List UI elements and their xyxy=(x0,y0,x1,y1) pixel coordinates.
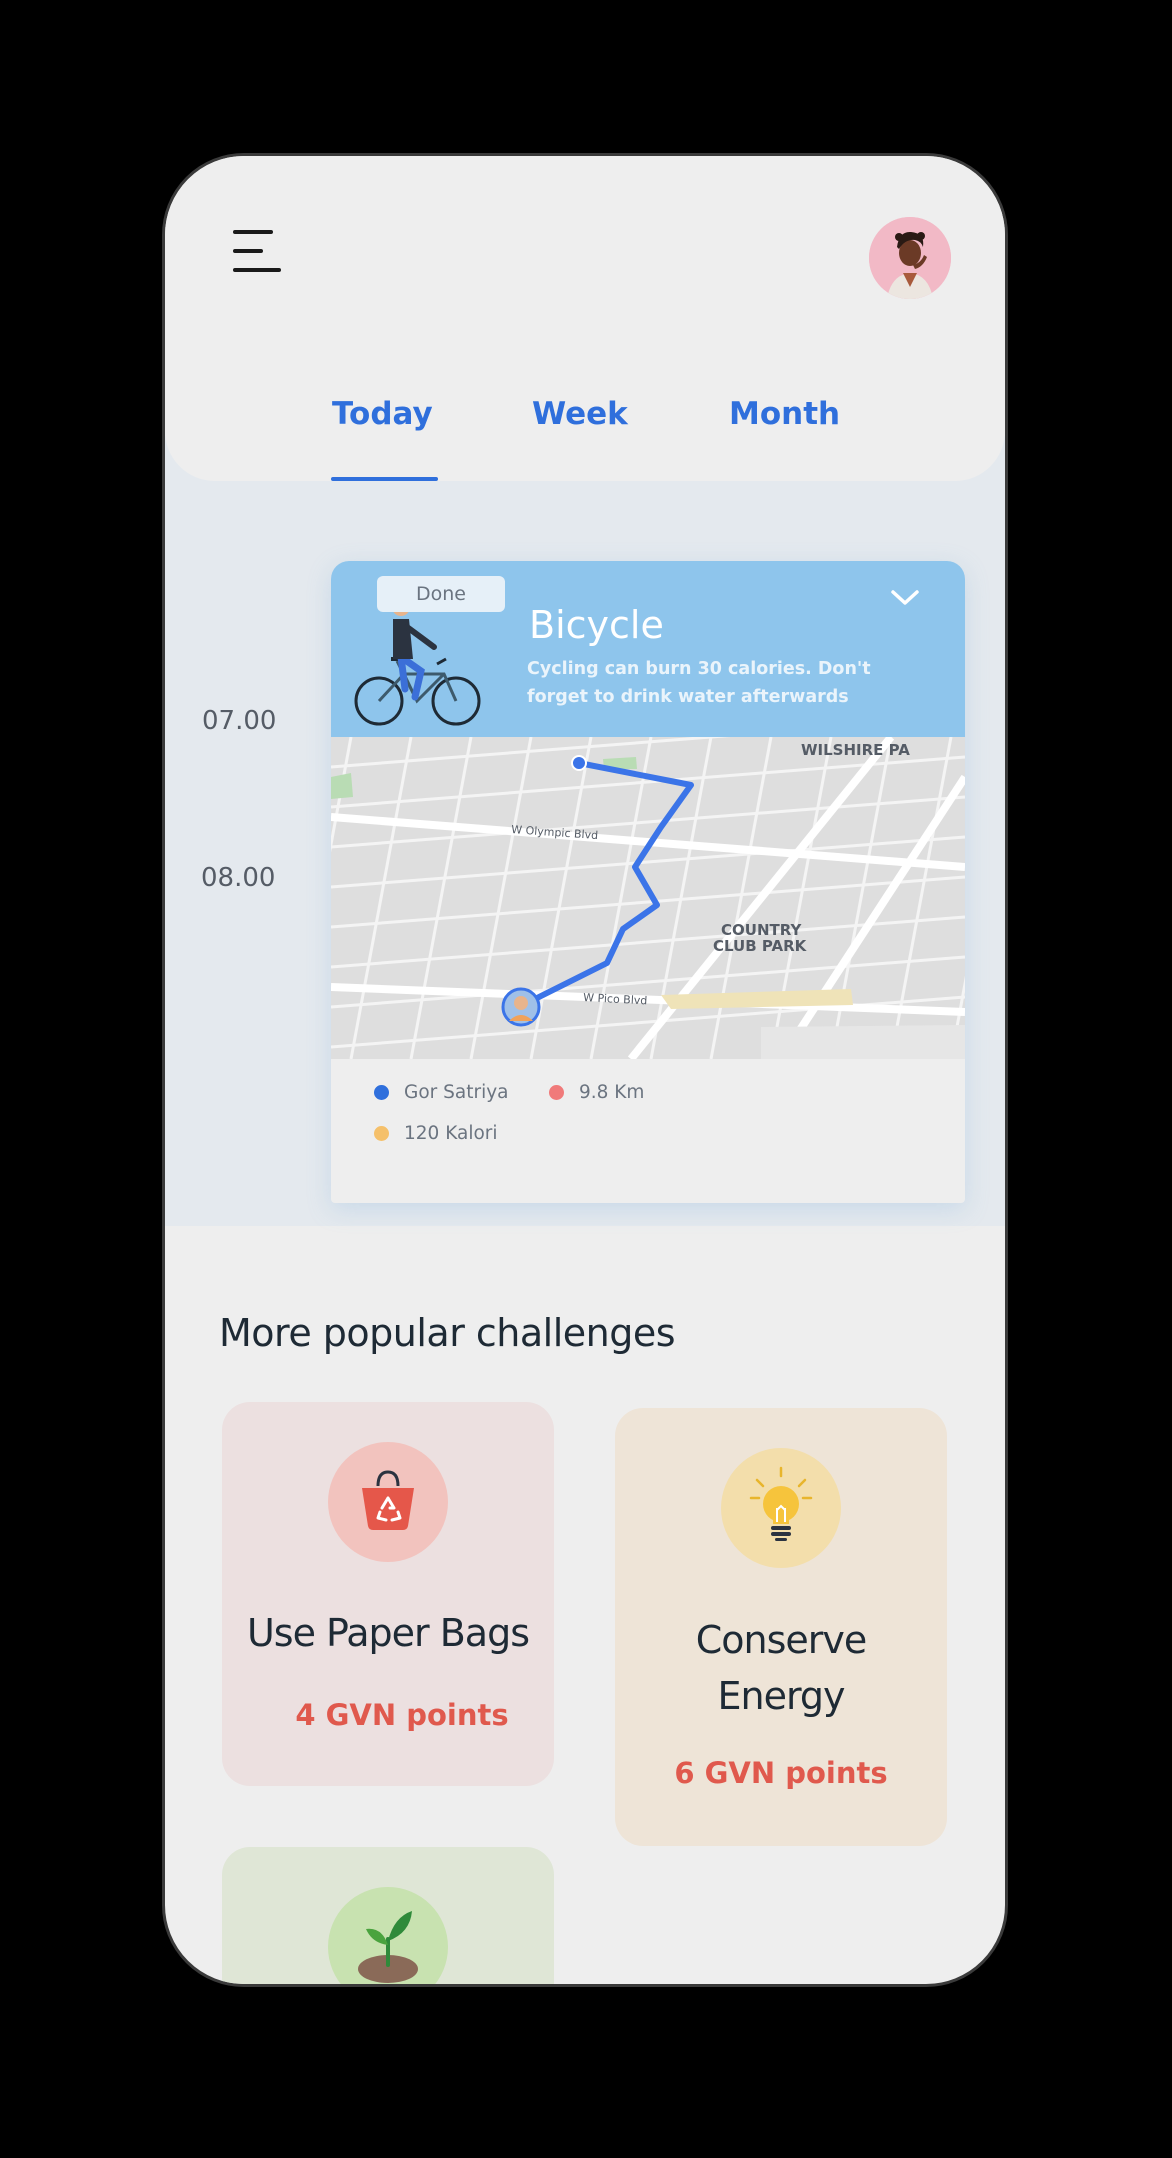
map-label: CLUB PARK xyxy=(713,937,808,955)
rider-location-avatar xyxy=(501,987,541,1027)
tab-today[interactable]: Today xyxy=(332,396,433,432)
challenge-name: Use Paper Bags xyxy=(246,1611,530,1655)
time-label: 08.00 xyxy=(201,863,276,893)
legend-label: 9.8 Km xyxy=(579,1082,645,1103)
map-label: WILSHIRE PA xyxy=(801,741,910,759)
recycle-bag-icon xyxy=(328,1442,448,1562)
section-title: More popular challenges xyxy=(219,1311,676,1355)
legend-dot-icon xyxy=(374,1085,389,1100)
activity-description: Cycling can burn 30 calories. Don't forg… xyxy=(527,659,871,707)
activity-legend: Gor Satriya 9.8 Km 120 Kalori xyxy=(331,1059,965,1203)
activity-title: Bicycle xyxy=(529,603,664,647)
legend-dot-icon xyxy=(549,1085,564,1100)
legend-label: Gor Satriya xyxy=(404,1082,509,1103)
active-tab-indicator xyxy=(331,477,438,481)
challenge-points: 6 GVN points xyxy=(674,1756,888,1790)
plant-sprout-icon xyxy=(328,1887,448,1984)
activity-card[interactable]: Done Bicycle Cycling can burn 30 calorie… xyxy=(331,561,965,1203)
legend-item-distance: 9.8 Km xyxy=(549,1082,644,1103)
user-avatar[interactable] xyxy=(869,217,951,299)
activity-card-header: Done Bicycle Cycling can burn 30 calorie… xyxy=(331,561,965,737)
legend-item-rider: Gor Satriya xyxy=(374,1082,509,1103)
challenge-card-paper-bags[interactable]: Use Paper Bags 4 GVN points xyxy=(222,1402,554,1786)
period-tabs: Today Week Month xyxy=(165,396,1005,446)
route-map[interactable]: WILSHIRE PA W Olympic Blvd COUNTRY CLUB … xyxy=(331,737,965,1059)
tab-week[interactable]: Week xyxy=(532,396,628,432)
chevron-down-icon[interactable] xyxy=(888,585,922,611)
time-label: 07.00 xyxy=(202,706,277,736)
legend-label: 120 Kalori xyxy=(404,1123,498,1144)
legend-item-calories: 120 Kalori xyxy=(374,1123,498,1144)
challenge-name: Conserve Energy xyxy=(695,1618,868,1718)
header: Today Week Month xyxy=(165,156,1005,481)
legend-dot-icon xyxy=(374,1126,389,1141)
phone-frame: Today Week Month 07.00 08.00 Done Bicycl… xyxy=(162,153,1008,1987)
challenge-points: 4 GVN points xyxy=(295,1698,509,1732)
challenge-card-plant[interactable] xyxy=(222,1847,554,1984)
lightbulb-icon xyxy=(721,1448,841,1568)
hamburger-menu-icon[interactable] xyxy=(233,228,283,274)
status-badge: Done xyxy=(377,576,505,612)
challenge-card-conserve-energy[interactable]: Conserve Energy 6 GVN points xyxy=(615,1408,947,1846)
tab-month[interactable]: Month xyxy=(729,396,840,432)
